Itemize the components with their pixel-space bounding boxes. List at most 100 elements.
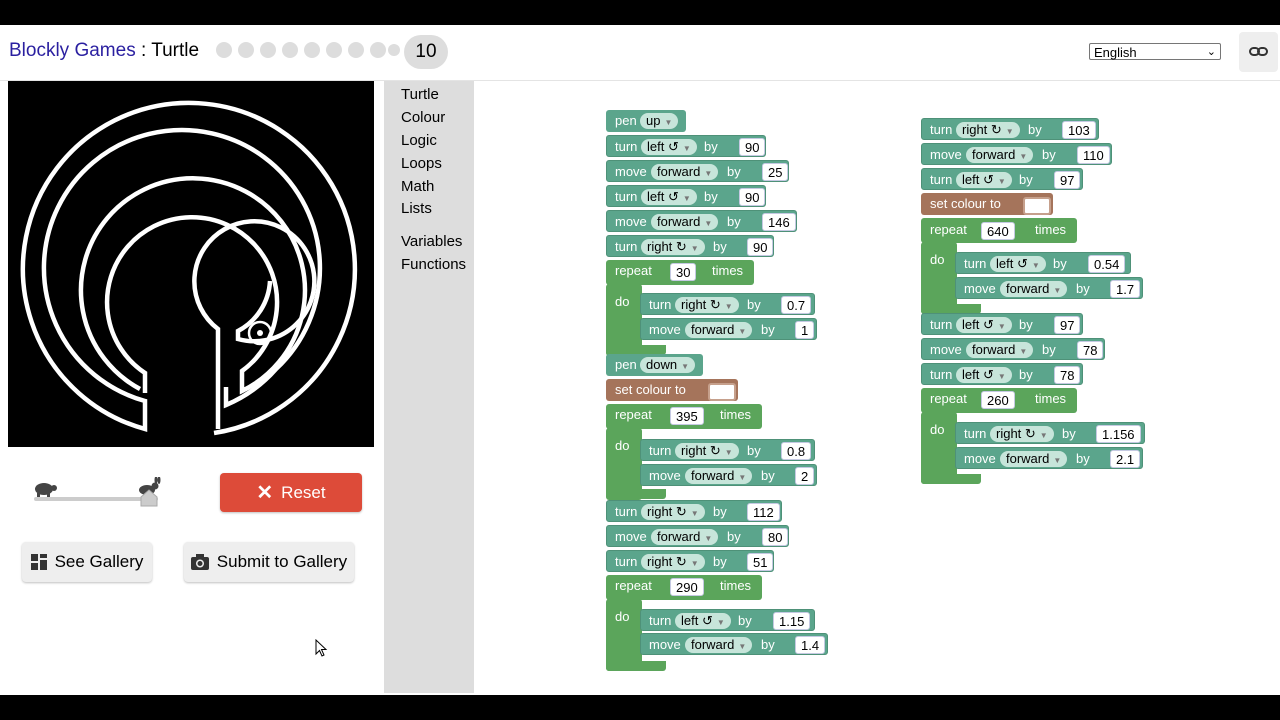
distance-input[interactable]: 146	[762, 213, 796, 231]
angle-input[interactable]: 90	[739, 138, 766, 156]
angle-input[interactable]: 0.7	[781, 296, 812, 314]
toolbox-category-turtle[interactable]: Turtle	[401, 86, 439, 103]
level-dot-9[interactable]	[388, 44, 400, 56]
turn-direction-dropdown[interactable]: left ↺ ▼	[956, 172, 1012, 188]
see-gallery-button[interactable]: See Gallery	[22, 542, 152, 582]
angle-input[interactable]: 0.8	[781, 442, 812, 460]
turn-block[interactable]: turn left ↺ ▼ by 90	[606, 135, 766, 157]
level-dot-7[interactable]	[348, 42, 364, 58]
turn-block[interactable]: turn right ↻ ▼ by 51	[606, 550, 774, 572]
turn-block[interactable]: turn left ↺ ▼ by 90	[606, 185, 766, 207]
angle-input[interactable]: 0.54	[1088, 255, 1126, 273]
set-colour-block[interactable]: set colour to	[606, 379, 738, 401]
turn-direction-dropdown[interactable]: left ↺ ▼	[956, 367, 1012, 383]
level-dot-2[interactable]	[238, 42, 254, 58]
angle-input[interactable]: 97	[1054, 316, 1081, 334]
toolbox-category-variables[interactable]: Variables	[401, 233, 462, 250]
speed-slider-thumb[interactable]	[140, 489, 158, 507]
distance-input[interactable]: 1.4	[795, 636, 826, 654]
colour-swatch[interactable]	[708, 383, 736, 401]
turn-block[interactable]: turn right ↻ ▼ by 103	[921, 118, 1099, 140]
turn-direction-dropdown[interactable]: right ↻ ▼	[641, 554, 705, 570]
angle-input[interactable]: 90	[747, 238, 774, 256]
toolbox-category-lists[interactable]: Lists	[401, 200, 432, 217]
turn-direction-dropdown[interactable]: right ↻ ▼	[990, 426, 1054, 442]
submit-to-gallery-button[interactable]: Submit to Gallery	[184, 542, 354, 582]
angle-input[interactable]: 103	[1062, 121, 1096, 139]
language-select[interactable]: English ⌄	[1089, 43, 1221, 60]
turn-direction-dropdown[interactable]: right ↻ ▼	[641, 504, 705, 520]
angle-input[interactable]: 112	[747, 503, 780, 521]
repeat-block[interactable]: repeat 640 times	[921, 218, 1077, 243]
turn-direction-dropdown[interactable]: left ↺ ▼	[956, 317, 1012, 333]
turn-block[interactable]: turn left ↺ ▼ by 1.15	[640, 609, 815, 631]
repeat-count-input[interactable]: 640	[981, 222, 1015, 240]
angle-input[interactable]: 51	[747, 553, 774, 571]
toolbox-category-functions[interactable]: Functions	[401, 256, 466, 273]
turn-block[interactable]: turn right ↻ ▼ by 0.7	[640, 293, 815, 315]
turn-direction-dropdown[interactable]: left ↺ ▼	[675, 613, 731, 629]
move-direction-dropdown[interactable]: forward ▼	[685, 468, 753, 484]
distance-input[interactable]: 110	[1077, 146, 1110, 164]
move-direction-dropdown[interactable]: forward ▼	[1000, 451, 1068, 467]
move-block[interactable]: move forward ▼ by 78	[921, 338, 1105, 360]
toolbox-category-loops[interactable]: Loops	[401, 155, 442, 172]
move-block[interactable]: move forward ▼ by 1.7	[955, 277, 1143, 299]
turn-direction-dropdown[interactable]: right ↻ ▼	[675, 297, 739, 313]
toolbox-category-logic[interactable]: Logic	[401, 132, 437, 149]
move-block[interactable]: move forward ▼ by 2	[640, 464, 817, 486]
turn-direction-dropdown[interactable]: right ↻ ▼	[956, 122, 1020, 138]
link-button[interactable]	[1239, 32, 1278, 72]
repeat-block[interactable]: repeat 30 times	[606, 260, 754, 285]
turn-direction-dropdown[interactable]: left ↺ ▼	[641, 189, 697, 205]
distance-input[interactable]: 1.7	[1110, 280, 1141, 298]
repeat-block[interactable]: repeat 395 times	[606, 404, 762, 429]
level-dot-1[interactable]	[216, 42, 232, 58]
move-direction-dropdown[interactable]: forward ▼	[966, 342, 1034, 358]
move-direction-dropdown[interactable]: forward ▼	[651, 529, 719, 545]
set-colour-block[interactable]: set colour to	[921, 193, 1053, 215]
move-direction-dropdown[interactable]: forward ▼	[1000, 281, 1068, 297]
turn-direction-dropdown[interactable]: left ↺ ▼	[990, 256, 1046, 272]
move-direction-dropdown[interactable]: forward ▼	[651, 214, 719, 230]
turn-block[interactable]: turn right ↻ ▼ by 90	[606, 235, 774, 257]
angle-input[interactable]: 1.156	[1096, 425, 1141, 443]
repeat-block[interactable]: repeat 260 times	[921, 388, 1077, 413]
level-dot-4[interactable]	[282, 42, 298, 58]
move-direction-dropdown[interactable]: forward ▼	[966, 147, 1034, 163]
move-direction-dropdown[interactable]: forward ▼	[685, 637, 753, 653]
angle-input[interactable]: 78	[1054, 366, 1081, 384]
distance-input[interactable]: 80	[762, 528, 789, 546]
move-block[interactable]: move forward ▼ by 80	[606, 525, 789, 547]
distance-input[interactable]: 1	[795, 321, 815, 339]
turn-direction-dropdown[interactable]: right ↻ ▼	[641, 239, 705, 255]
level-dot-8[interactable]	[370, 42, 386, 58]
turn-block[interactable]: turn left ↺ ▼ by 0.54	[955, 252, 1131, 274]
pen-block[interactable]: pen down ▼	[606, 354, 703, 376]
turn-block[interactable]: turn left ↺ ▼ by 97	[921, 313, 1083, 335]
angle-input[interactable]: 97	[1054, 171, 1081, 189]
pen-state-dropdown[interactable]: up ▼	[640, 113, 679, 129]
turn-block[interactable]: turn right ↻ ▼ by 1.156	[955, 422, 1145, 444]
pen-state-dropdown[interactable]: down ▼	[640, 357, 695, 373]
repeat-count-input[interactable]: 30	[670, 263, 697, 281]
move-direction-dropdown[interactable]: forward ▼	[651, 164, 719, 180]
level-dot-3[interactable]	[260, 42, 276, 58]
move-block[interactable]: move forward ▼ by 146	[606, 210, 797, 232]
level-dot-5[interactable]	[304, 42, 320, 58]
turn-block[interactable]: turn left ↺ ▼ by 97	[921, 168, 1083, 190]
move-block[interactable]: move forward ▼ by 25	[606, 160, 789, 182]
move-direction-dropdown[interactable]: forward ▼	[685, 322, 753, 338]
move-block[interactable]: move forward ▼ by 110	[921, 143, 1112, 165]
turn-block[interactable]: turn right ↻ ▼ by 0.8	[640, 439, 815, 461]
turn-direction-dropdown[interactable]: right ↻ ▼	[675, 443, 739, 459]
turn-block[interactable]: turn right ↻ ▼ by 112	[606, 500, 782, 522]
repeat-block[interactable]: repeat 290 times	[606, 575, 762, 600]
move-block[interactable]: move forward ▼ by 1.4	[640, 633, 828, 655]
repeat-count-input[interactable]: 395	[670, 407, 704, 425]
colour-swatch[interactable]	[1023, 197, 1051, 215]
repeat-count-input[interactable]: 260	[981, 391, 1015, 409]
toolbox-category-math[interactable]: Math	[401, 178, 434, 195]
level-dot-6[interactable]	[326, 42, 342, 58]
reset-button[interactable]: ✕ Reset	[220, 473, 362, 512]
